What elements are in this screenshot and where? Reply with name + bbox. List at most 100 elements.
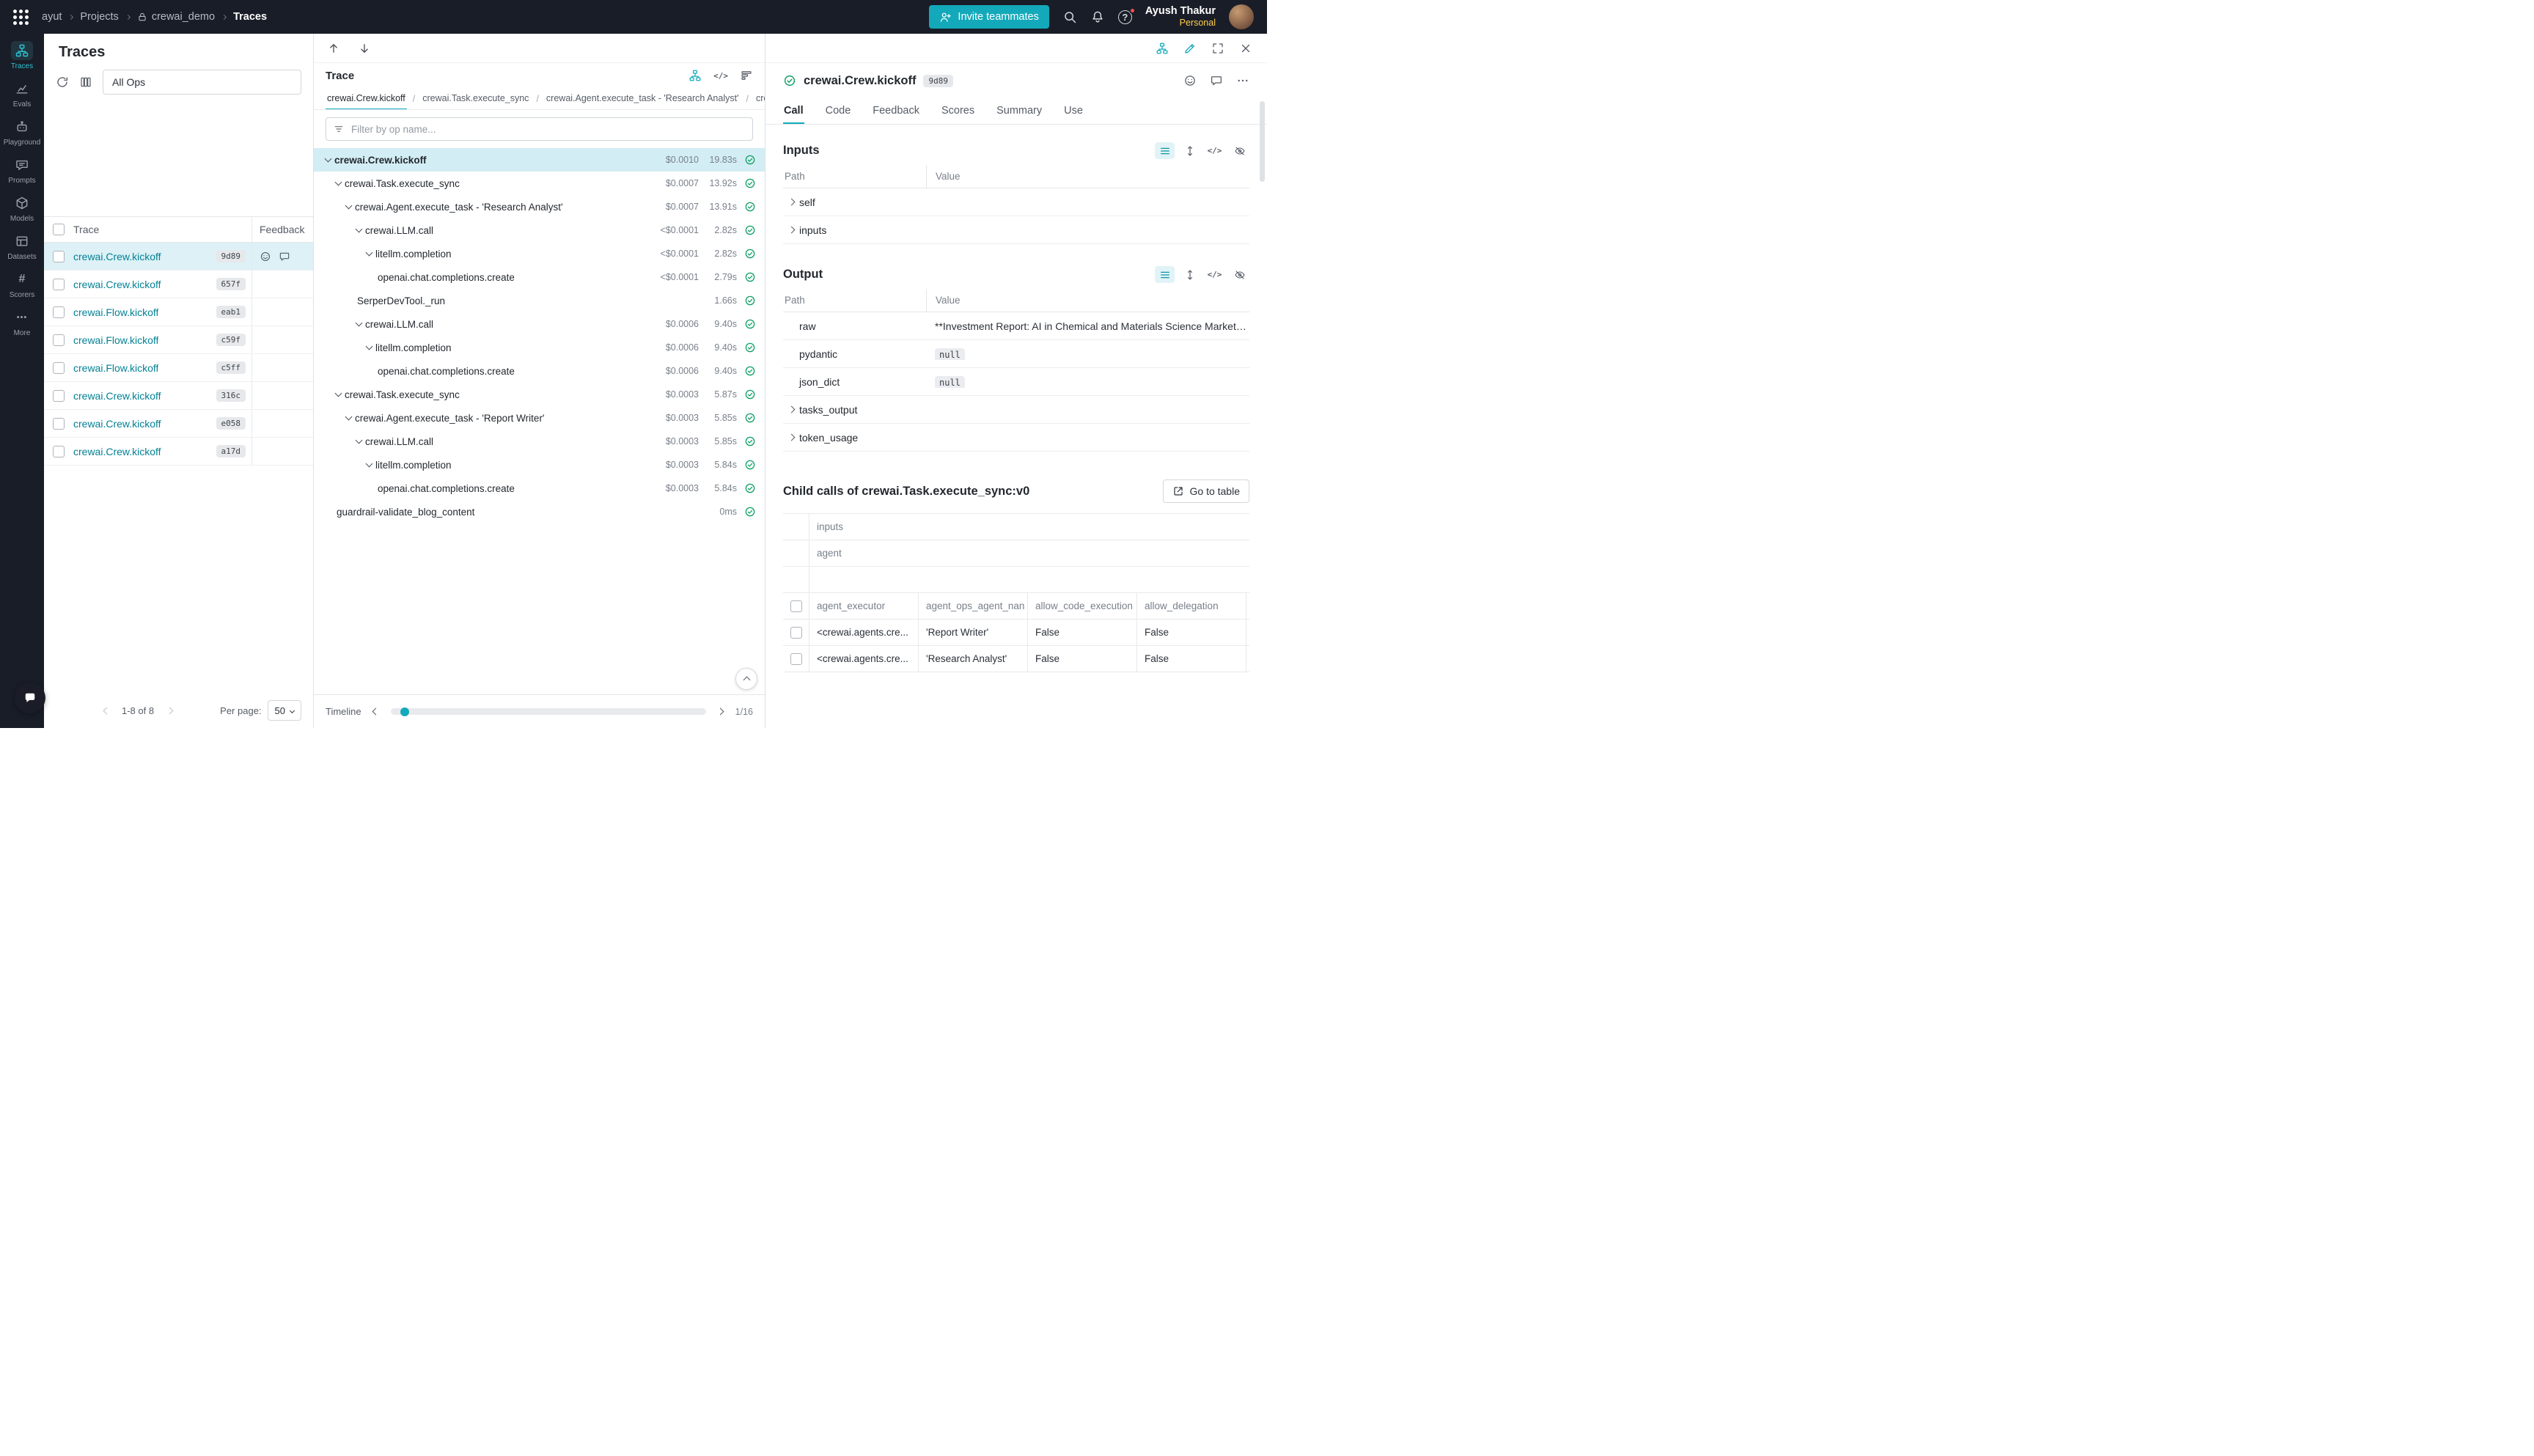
trace-column-header[interactable]: Trace <box>65 224 251 235</box>
refresh-button[interactable] <box>56 76 69 89</box>
code-view-icon[interactable] <box>1205 266 1224 283</box>
call-path-tab[interactable]: crewai.Task.execute_sync <box>407 88 531 109</box>
help-icon[interactable] <box>1118 10 1132 24</box>
trace-row[interactable]: crewai.Crew.kickoff 316c <box>44 382 313 410</box>
breadcrumb-entity[interactable]: ayut <box>42 11 62 23</box>
invite-teammates-button[interactable]: Invite teammates <box>929 5 1049 29</box>
detail-tab[interactable]: Code <box>825 98 852 124</box>
tree-view-icon[interactable] <box>688 69 702 82</box>
fullscreen-icon[interactable] <box>1211 42 1224 55</box>
op-filter-input[interactable] <box>326 117 753 141</box>
expand-chevron-icon[interactable] <box>787 406 795 413</box>
collapse-caret-icon[interactable] <box>342 411 355 424</box>
trace-row[interactable]: crewai.Flow.kickoff eab1 <box>44 298 313 326</box>
trace-tree-row[interactable]: crewai.Task.execute_sync $0.0003 5.87s <box>314 383 765 406</box>
prev-page-button[interactable] <box>100 704 113 717</box>
trace-row[interactable]: crewai.Crew.kickoff e058 <box>44 410 313 438</box>
collapse-caret-icon[interactable] <box>342 200 355 213</box>
select-all-checkbox[interactable] <box>53 224 65 235</box>
close-icon[interactable] <box>1239 42 1252 55</box>
output-row[interactable]: token_usage <box>783 424 1249 452</box>
collapse-caret-icon[interactable] <box>331 177 345 190</box>
child-call-row[interactable]: <crewai.agents.cre... 'Report Writer' Fa… <box>783 619 1249 646</box>
breadcrumb-projects[interactable]: Projects <box>80 11 118 23</box>
trace-tree-row[interactable]: crewai.Task.execute_sync $0.0007 13.92s <box>314 172 765 195</box>
expand-chevron-icon[interactable] <box>787 199 795 206</box>
next-call-button[interactable] <box>358 42 371 55</box>
grid-column-header[interactable]: allow_delegation <box>1137 593 1246 619</box>
collapse-caret-icon[interactable] <box>321 153 334 166</box>
row-checkbox[interactable] <box>53 251 65 262</box>
detail-tab[interactable]: Use <box>1063 98 1084 124</box>
comment-icon[interactable] <box>279 251 290 262</box>
edit-pencil-icon[interactable] <box>1183 42 1197 55</box>
trace-link[interactable]: crewai.Crew.kickoff <box>73 446 161 457</box>
sidebar-item-more[interactable]: More <box>0 308 44 337</box>
row-checkbox[interactable] <box>790 653 802 665</box>
trace-link[interactable]: crewai.Crew.kickoff <box>73 390 161 402</box>
trace-row[interactable]: crewai.Crew.kickoff 657f <box>44 271 313 298</box>
trace-row[interactable]: crewai.Crew.kickoff 9d89 <box>44 243 313 271</box>
row-checkbox[interactable] <box>790 627 802 639</box>
row-checkbox[interactable] <box>53 306 65 318</box>
trace-link[interactable]: crewai.Crew.kickoff <box>73 251 161 262</box>
column-settings-button[interactable] <box>79 76 92 89</box>
trace-tree-row[interactable]: crewai.Crew.kickoff $0.0010 19.83s <box>314 148 765 172</box>
call-path-tab[interactable]: crewai.Agent.execute_task - 'Research An… <box>530 88 740 109</box>
go-to-table-button[interactable]: Go to table <box>1163 479 1250 503</box>
toggle-tree-icon[interactable] <box>1156 42 1169 55</box>
grid-column-header[interactable]: b <box>1246 593 1249 619</box>
scroll-top-button[interactable] <box>735 668 757 690</box>
call-path-tab[interactable]: crewai.Crew.kickoff <box>326 88 407 109</box>
call-path-tab[interactable]: crewai.LLM.cal <box>740 88 765 109</box>
code-view-icon[interactable] <box>1205 142 1224 159</box>
output-row[interactable]: pydantic null <box>783 340 1249 368</box>
prev-call-button[interactable] <box>327 42 340 55</box>
collapse-caret-icon[interactable] <box>362 458 375 471</box>
hide-values-icon[interactable] <box>1230 142 1249 159</box>
grid-column-header[interactable]: allow_code_execution <box>1028 593 1137 619</box>
expand-rows-icon[interactable] <box>1180 142 1200 159</box>
trace-tree-row[interactable]: litellm.completion $0.0003 5.84s <box>314 453 765 477</box>
detail-tab[interactable]: Scores <box>941 98 975 124</box>
trace-link[interactable]: crewai.Flow.kickoff <box>73 306 158 318</box>
detail-tab[interactable]: Summary <box>996 98 1043 124</box>
trace-tree-row[interactable]: crewai.LLM.call $0.0003 5.85s <box>314 430 765 453</box>
trace-tree-row[interactable]: SerperDevTool._run 1.66s <box>314 289 765 312</box>
trace-tree-row[interactable]: crewai.Agent.execute_task - 'Report Writ… <box>314 406 765 430</box>
output-row[interactable]: tasks_output <box>783 396 1249 424</box>
collapse-caret-icon[interactable] <box>352 224 365 237</box>
add-reaction-icon[interactable] <box>1183 74 1197 87</box>
collapse-caret-icon[interactable] <box>331 388 345 401</box>
row-checkbox[interactable] <box>53 362 65 374</box>
trace-tree-row[interactable]: guardrail-validate_blog_content 0ms <box>314 500 765 523</box>
trace-row[interactable]: crewai.Flow.kickoff c5ff <box>44 354 313 382</box>
sidebar-item-datasets[interactable]: Datasets <box>0 232 44 261</box>
op-filter-select[interactable]: All Ops <box>103 70 301 95</box>
grid-column-header[interactable]: agent_executor <box>809 593 919 619</box>
child-call-row[interactable]: <crewai.agents.cre... 'Research Analyst'… <box>783 646 1249 672</box>
grid-column-header[interactable]: agent_ops_agent_nan <box>919 593 1028 619</box>
trace-tree-row[interactable]: crewai.LLM.call $0.0006 9.40s <box>314 312 765 336</box>
timeline-next-button[interactable] <box>715 706 727 718</box>
expand-rows-icon[interactable] <box>1180 266 1200 283</box>
smiley-icon[interactable] <box>260 251 271 262</box>
sidebar-item-prompts[interactable]: Prompts <box>0 155 44 185</box>
expand-chevron-icon[interactable] <box>787 227 795 234</box>
trace-row[interactable]: crewai.Flow.kickoff c59f <box>44 326 313 354</box>
trace-tree-row[interactable]: openai.chat.completions.create $0.0006 9… <box>314 359 765 383</box>
trace-row[interactable]: crewai.Crew.kickoff a17d <box>44 438 313 466</box>
input-row[interactable]: self <box>783 188 1249 216</box>
trace-tree-row[interactable]: openai.chat.completions.create $0.0003 5… <box>314 477 765 500</box>
notifications-bell-icon[interactable] <box>1090 10 1105 24</box>
overflow-menu-icon[interactable] <box>1236 74 1249 87</box>
row-checkbox[interactable] <box>53 390 65 402</box>
wandb-logo-icon[interactable] <box>13 10 29 25</box>
detail-tab[interactable]: Feedback <box>872 98 920 124</box>
row-checkbox[interactable] <box>53 279 65 290</box>
scrollbar-thumb[interactable] <box>1260 101 1265 182</box>
trace-link[interactable]: crewai.Crew.kickoff <box>73 279 161 290</box>
select-all-checkbox[interactable] <box>790 600 802 612</box>
per-page-select[interactable]: 50 <box>268 700 301 721</box>
timeline-slider[interactable] <box>391 708 706 715</box>
